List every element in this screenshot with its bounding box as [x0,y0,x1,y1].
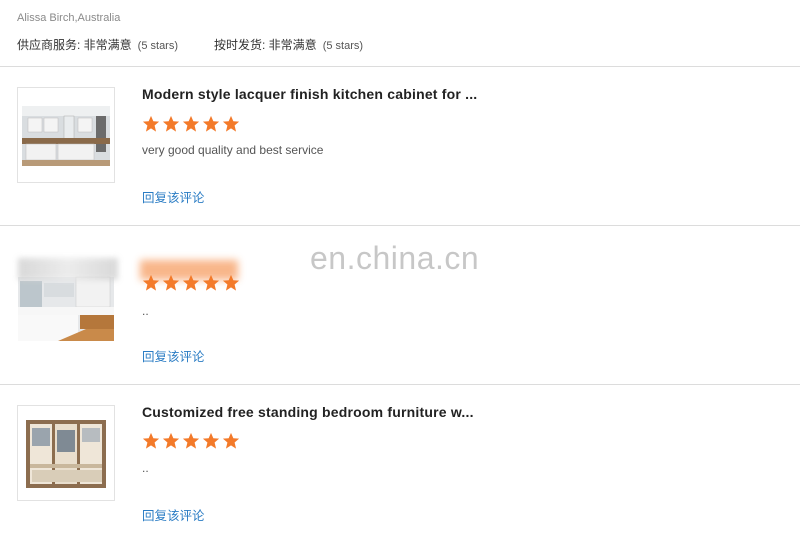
reply-link[interactable]: 回复该评论 [142,346,205,365]
star-icon [142,432,160,449]
blurred-overlay [140,260,238,280]
on-time-delivery-rating: 按时发货: 非常满意 [214,38,317,52]
star-icon [222,432,240,449]
review-comment: .. [142,461,149,475]
product-thumbnail[interactable] [17,87,115,183]
star-icon [202,432,220,449]
star-icon [202,115,220,132]
star-icon [142,115,160,132]
blurred-overlay [18,258,118,280]
watermark: en.china.cn [310,240,480,276]
wardrobe-photo [18,406,114,500]
star-icon [162,432,180,449]
product-title[interactable]: Modern style lacquer finish kitchen cabi… [142,86,477,102]
review-comment: .. [142,304,149,318]
star-icon [222,115,240,132]
star-rating [142,432,240,450]
review-header: Alissa Birch,Australia 供应商服务: 非常满意 (5 sta… [0,0,800,67]
product-thumbnail[interactable] [17,405,115,501]
review-comment: very good quality and best service [142,143,324,157]
reviewer-name: Alissa Birch,Australia [17,12,121,24]
star-icon [182,115,200,132]
star-icon [162,115,180,132]
kitchen-cabinet-photo [18,88,114,182]
on-time-delivery-stars: (5 stars) [322,40,364,52]
star-rating [142,115,240,133]
reply-link[interactable]: 回复该评论 [142,505,205,524]
reply-link[interactable]: 回复该评论 [142,187,205,206]
star-icon [182,432,200,449]
product-title[interactable]: Customized free standing bedroom furnitu… [142,404,474,420]
review-item: Modern style lacquer finish kitchen cabi… [0,67,800,226]
supplier-service-rating: 供应商服务: 非常满意 [17,38,132,52]
review-item: Customized free standing bedroom furnitu… [0,385,800,543]
rating-summary: 供应商服务: 非常满意 (5 stars) 按时发货: 非常满意 (5 stars) [17,36,363,53]
supplier-service-stars: (5 stars) [137,40,179,52]
